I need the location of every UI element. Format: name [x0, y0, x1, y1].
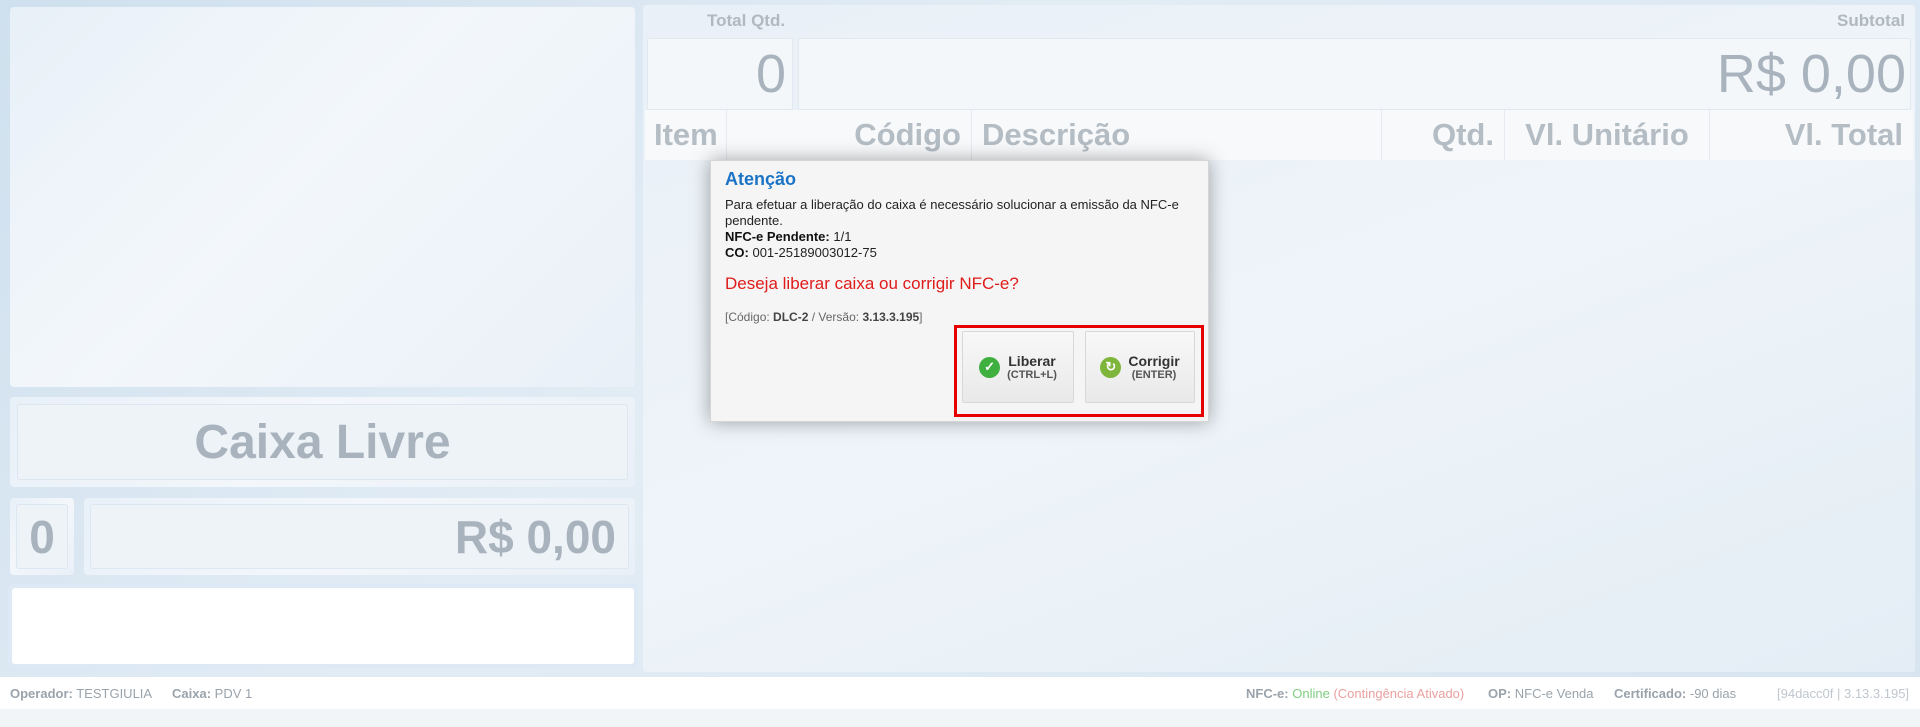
item-count-panel: 0	[10, 498, 74, 575]
op-label: OP:	[1488, 686, 1512, 701]
status-operador: Operador: TESTGIULIA	[10, 686, 152, 701]
refresh-icon: ↻	[1100, 356, 1122, 378]
caixa-status-panel: Caixa Livre	[10, 397, 635, 487]
cert-label: Certificado:	[1614, 686, 1687, 701]
total-qtd-display: 0	[647, 38, 793, 110]
total-qtd-value: 0	[755, 44, 786, 104]
nfce-pendente-value: 1/1	[833, 229, 852, 244]
column-header-codigo: Código	[727, 110, 972, 160]
item-count-inner: 0	[16, 504, 68, 569]
product-image-area	[10, 7, 635, 387]
op-value: NFC-e Venda	[1514, 686, 1594, 701]
status-caixa: Caixa: PDV 1	[172, 686, 252, 701]
co-line: CO: 001-25189003012-75	[725, 245, 1195, 261]
status-bar: Operador: TESTGIULIA Caixa: PDV 1 NFC-e:…	[0, 677, 1920, 709]
attention-dialog: Atenção Para efetuar a liberação do caix…	[710, 160, 1209, 422]
dialog-meta: [Código: DLC-2 / Versão: 3.13.3.195]	[725, 310, 923, 324]
nfce-contingencia: (Contingência Ativado)	[1333, 686, 1465, 701]
operador-value: TESTGIULIA	[76, 686, 153, 701]
status-certificado: Certificado: -90 dias	[1614, 686, 1736, 701]
dialog-question: Deseja liberar caixa ou corrigir NFC-e?	[725, 274, 1019, 293]
left-total-value: R$ 0,00	[454, 510, 616, 563]
item-count-value: 0	[29, 510, 55, 563]
check-icon: ✓	[979, 356, 1001, 378]
column-header-qtd: Qtd.	[1382, 110, 1505, 160]
corrigir-shortcut: (ENTER)	[1131, 369, 1177, 381]
nfce-status: Online	[1292, 686, 1330, 701]
items-table-header: Item Código Descrição Qtd. Vl. Unitário …	[645, 110, 1913, 160]
meta-version-label: / Versão:	[811, 310, 860, 324]
nfce-pendente-line: NFC-e Pendente: 1/1	[725, 229, 1195, 245]
dialog-message: Para efetuar a liberação do caixa é nece…	[725, 197, 1179, 228]
liberar-button-text: Liberar (CTRL+L)	[1007, 353, 1057, 381]
left-total-inner: R$ 0,00	[90, 504, 629, 569]
status-version: [94dacc0f | 3.13.3.195]	[1777, 686, 1910, 701]
caixa-status-inner: Caixa Livre	[17, 404, 628, 480]
message-area	[12, 588, 634, 664]
meta-code: DLC-2	[773, 310, 809, 324]
liberar-button[interactable]: ✓ Liberar (CTRL+L)	[962, 331, 1074, 403]
status-bar-footer	[0, 709, 1920, 727]
status-nfce: NFC-e: Online (Contingência Ativado)	[1246, 686, 1464, 701]
co-label: CO:	[725, 245, 749, 260]
message-panel	[8, 584, 638, 668]
caixa-status-text: Caixa Livre	[194, 415, 451, 469]
corrigir-button[interactable]: ↻ Corrigir (ENTER)	[1085, 331, 1195, 403]
liberar-label: Liberar	[1008, 353, 1056, 369]
column-header-vl-unitario: Vl. Unitário	[1505, 110, 1710, 160]
subtotal-value: R$ 0,00	[1716, 44, 1906, 104]
subtotal-display: R$ 0,00	[798, 38, 1911, 110]
meta-prefix: [Código:	[725, 310, 770, 324]
status-op: OP: NFC-e Venda	[1488, 686, 1594, 701]
column-header-descricao: Descrição	[972, 110, 1382, 160]
corrigir-button-text: Corrigir (ENTER)	[1128, 353, 1179, 381]
liberar-shortcut: (CTRL+L)	[1007, 369, 1057, 381]
column-header-vl-total: Vl. Total	[1784, 117, 1903, 152]
operador-label: Operador:	[10, 686, 73, 701]
total-qtd-label: Total Qtd.	[707, 11, 786, 30]
meta-suffix: ]	[919, 310, 923, 324]
meta-version: 3.13.3.195	[862, 310, 920, 324]
dialog-title: Atenção	[725, 169, 797, 189]
subtotal-label: Subtotal	[1837, 11, 1905, 30]
corrigir-label: Corrigir	[1128, 353, 1180, 369]
left-total-panel: R$ 0,00	[84, 498, 635, 575]
nfce-pendente-label: NFC-e Pendente:	[725, 229, 830, 244]
co-value: 001-25189003012-75	[752, 245, 877, 260]
column-header-item: Item	[645, 110, 727, 160]
cert-value: -90 dias	[1689, 686, 1737, 701]
caixa-value: PDV 1	[214, 686, 253, 701]
nfce-label: NFC-e:	[1246, 686, 1289, 701]
caixa-label: Caixa:	[172, 686, 212, 701]
dialog-body: Para efetuar a liberação do caixa é nece…	[725, 197, 1195, 261]
